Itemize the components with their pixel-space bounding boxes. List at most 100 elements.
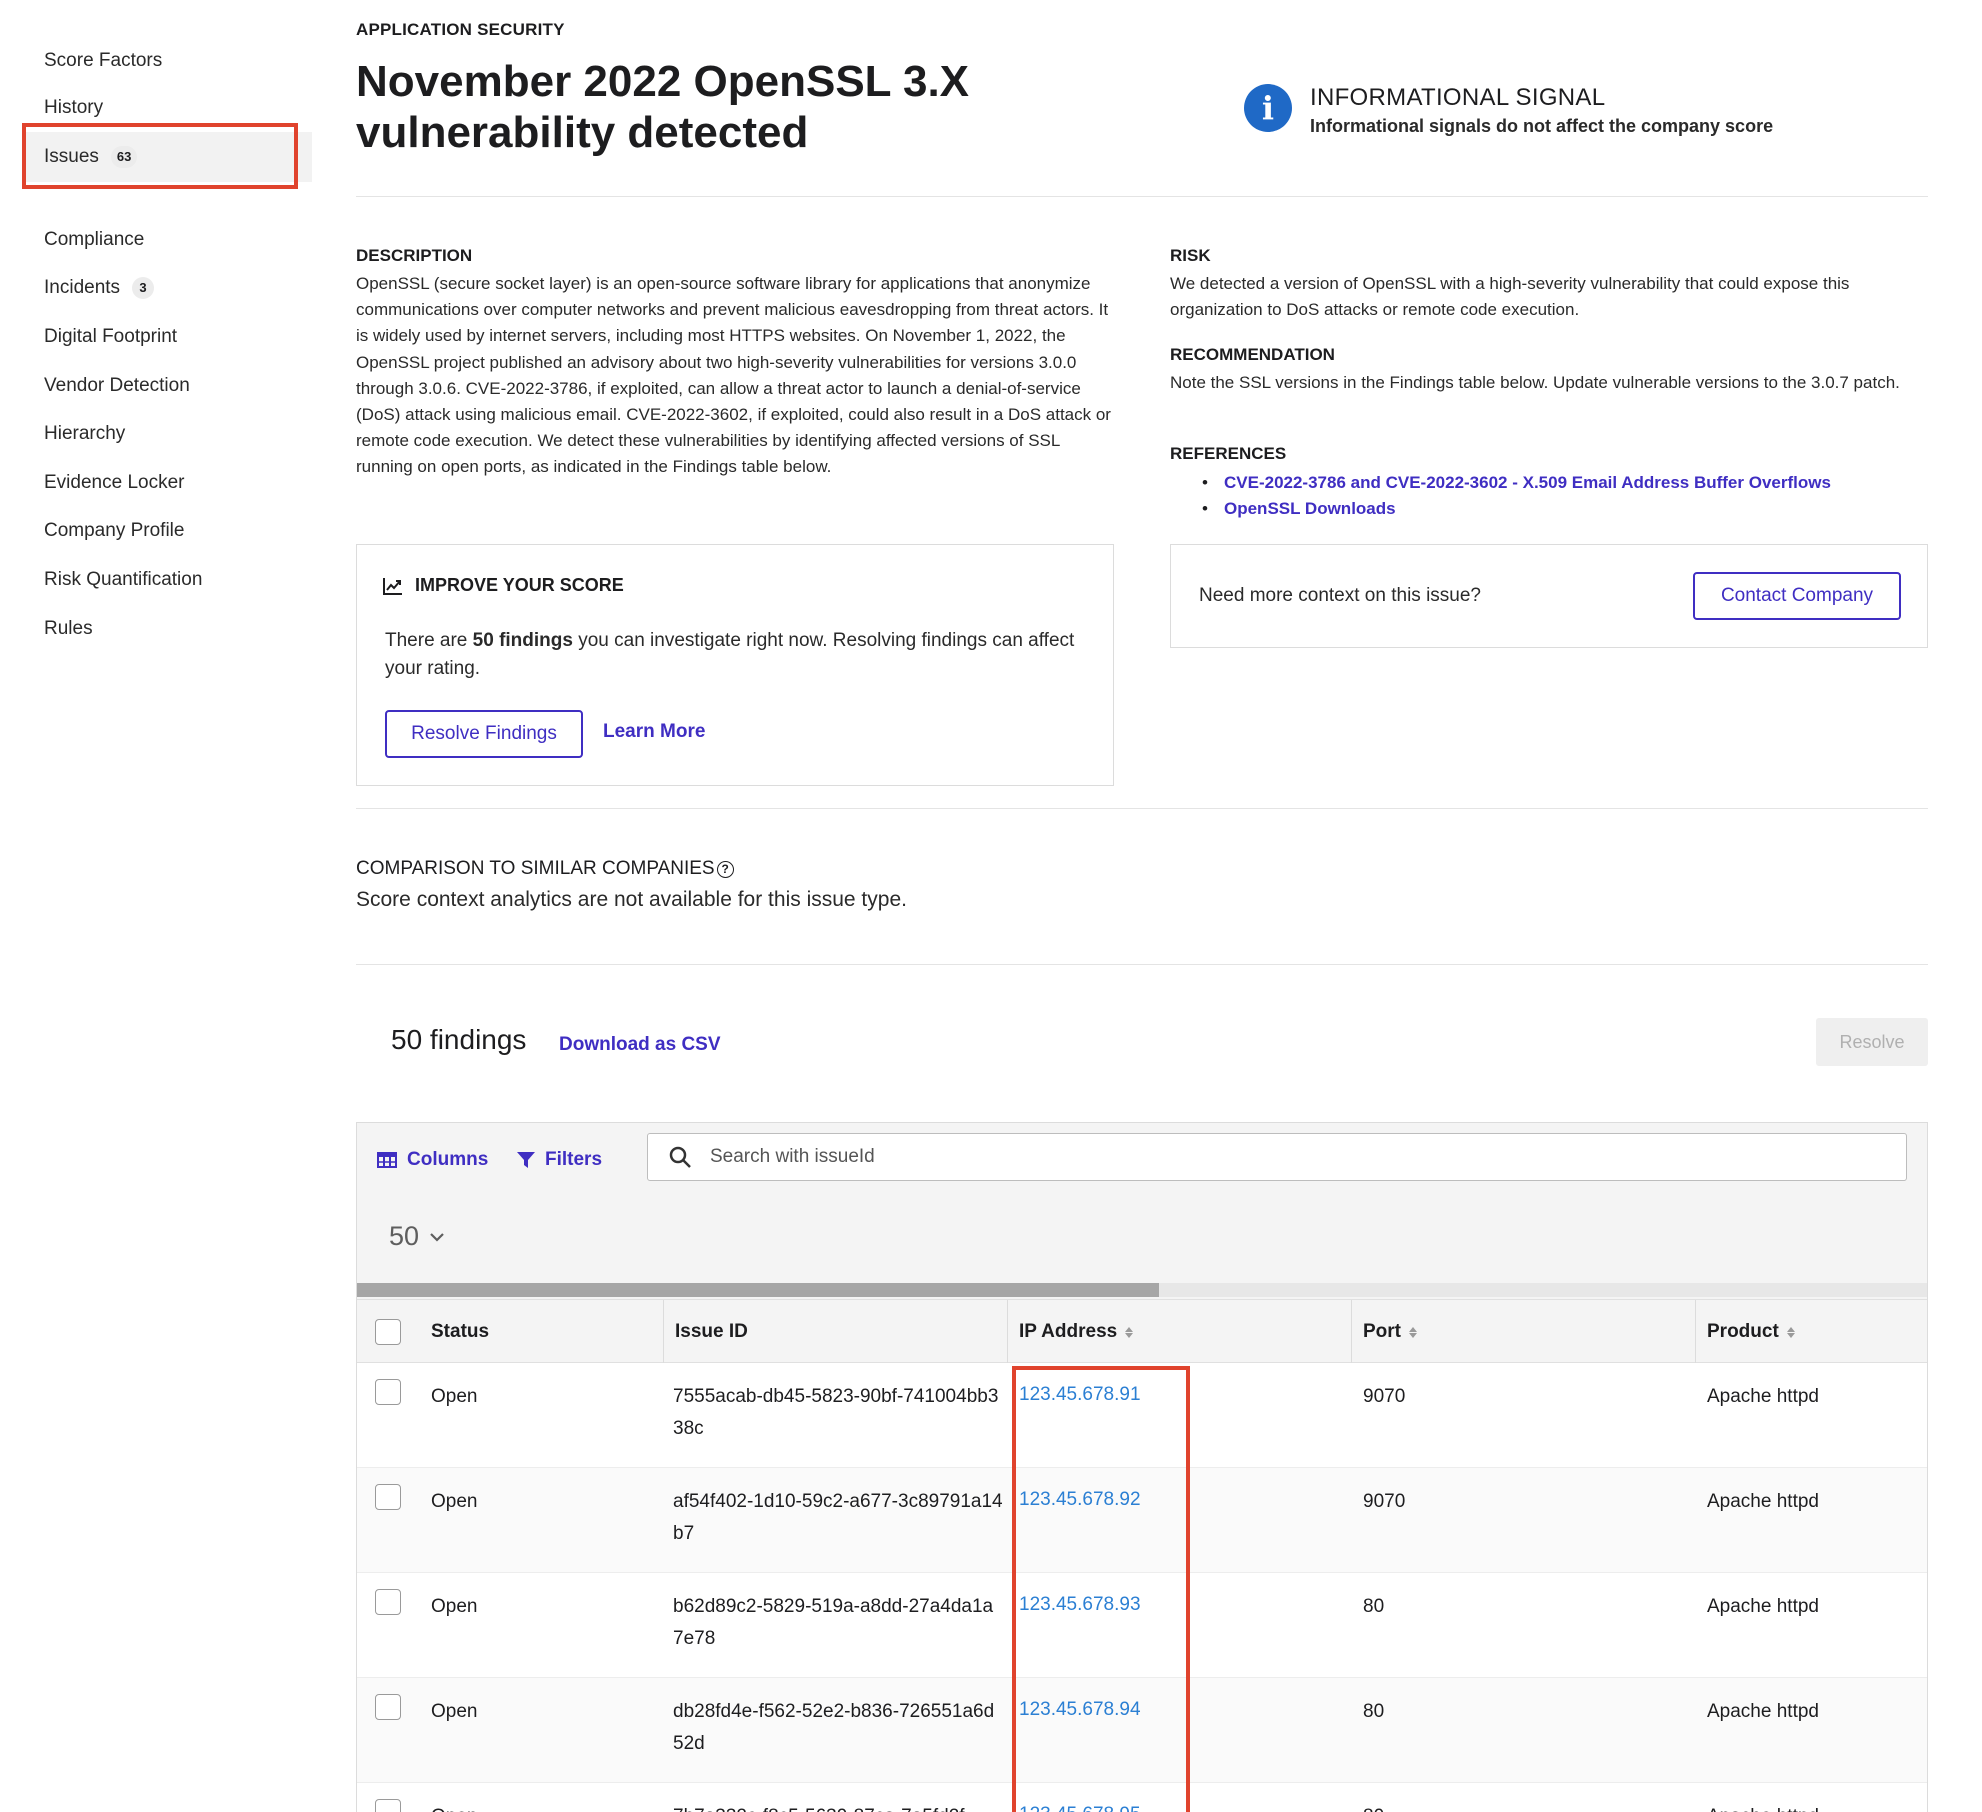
page-size-value: 50 [389, 1221, 420, 1251]
resolve-findings-button[interactable]: Resolve Findings [385, 710, 583, 758]
header-issue-id-label: Issue ID [675, 1321, 748, 1342]
sidebar-item-label: Evidence Locker [44, 472, 185, 493]
reference-link-cve[interactable]: CVE-2022-3786 and CVE-2022-3602 - X.509 … [1224, 473, 1831, 492]
sidebar-item-label: Issues [44, 146, 99, 167]
row-checkbox[interactable] [375, 1799, 401, 1812]
sidebar-item-label: Hierarchy [44, 423, 126, 444]
info-icon: i [1244, 84, 1292, 132]
page-size-select[interactable]: 50 [389, 1221, 445, 1252]
comparison-text: Score context analytics are not availabl… [356, 888, 907, 911]
findings-count: 50 findings [391, 1024, 527, 1055]
row-checkbox[interactable] [375, 1694, 401, 1720]
cell-issue-id: 7555acab-db45-5823-90bf-741004bb338c [673, 1386, 999, 1439]
reference-link-openssl-downloads[interactable]: OpenSSL Downloads [1224, 499, 1396, 518]
references-label: REFERENCES [1170, 444, 1287, 463]
columns-button[interactable]: Columns [377, 1149, 488, 1171]
reference-item: CVE-2022-3786 and CVE-2022-3602 - X.509 … [1170, 470, 1831, 496]
column-header-ip-address[interactable]: IP Address [1019, 1300, 1134, 1364]
sidebar-item-vendor-detection[interactable]: Vendor Detection [44, 371, 190, 401]
cell-ip-link[interactable]: 123.45.678.93 [1019, 1589, 1141, 1621]
references-list: CVE-2022-3786 and CVE-2022-3602 - X.509 … [1170, 470, 1831, 522]
section-divider [356, 808, 1928, 809]
contact-company-button[interactable]: Contact Company [1693, 572, 1901, 620]
signal-title: INFORMATIONAL SIGNAL [1310, 84, 1606, 111]
table-row[interactable]: Open db28fd4e-f562-52e2-b836-726551a6d52… [357, 1678, 1927, 1783]
category-eyebrow: APPLICATION SECURITY [356, 20, 565, 39]
sidebar-item-digital-footprint[interactable]: Digital Footprint [44, 322, 177, 352]
sidebar-item-hierarchy[interactable]: Hierarchy [44, 419, 125, 449]
column-header-issue-id[interactable]: Issue ID [675, 1300, 748, 1364]
cell-status: Open [431, 1386, 478, 1407]
column-header-product[interactable]: Product [1707, 1300, 1795, 1364]
sidebar-item-label: Incidents [44, 277, 121, 298]
column-divider [1351, 1300, 1352, 1364]
sort-icon [1125, 1326, 1134, 1338]
sidebar-item-label: Compliance [44, 229, 145, 250]
cell-issue-id: db28fd4e-f562-52e2-b836-726551a6d52d [673, 1701, 995, 1754]
help-icon[interactable]: ? [716, 860, 734, 878]
sidebar-item-issues[interactable]: Issues 63 [26, 132, 312, 182]
trend-chart-icon [383, 577, 402, 595]
search-icon [669, 1146, 691, 1168]
cell-port: 9070 [1363, 1386, 1406, 1407]
table-row[interactable]: Open 7b7a332c-f8c5-5639-87ca-7a5fd2f 123… [357, 1783, 1927, 1812]
row-checkbox[interactable] [375, 1379, 401, 1405]
row-checkbox[interactable] [375, 1589, 401, 1615]
context-card: Need more context on this issue? Contact… [1170, 544, 1928, 648]
cell-ip-link[interactable]: 123.45.678.92 [1019, 1484, 1141, 1516]
column-divider [663, 1300, 664, 1364]
cell-ip-link[interactable]: 123.45.678.91 [1019, 1379, 1141, 1411]
search-input[interactable] [710, 1146, 1870, 1168]
cell-port: 80 [1363, 1596, 1385, 1617]
download-csv-link[interactable]: Download as CSV [559, 1034, 721, 1056]
sidebar-item-score-factors[interactable]: Score Factors [44, 46, 162, 76]
columns-label: Columns [407, 1149, 489, 1170]
sort-icon [1786, 1326, 1795, 1338]
table-row[interactable]: Open af54f402-1d10-59c2-a677-3c89791a14b… [357, 1468, 1927, 1573]
comparison-title-text: COMPARISON TO SIMILAR COMPANIES [356, 858, 715, 879]
table-row[interactable]: Open b62d89c2-5829-519a-a8dd-27a4da1a7e7… [357, 1573, 1927, 1678]
cell-status: Open [431, 1801, 477, 1812]
signal-subtitle: Informational signals do not affect the … [1310, 116, 1774, 136]
cell-ip-link[interactable]: 123.45.678.94 [1019, 1694, 1141, 1726]
sidebar-item-label: History [44, 97, 104, 118]
horizontal-scrollbar[interactable] [357, 1283, 1927, 1297]
sidebar-item-incidents[interactable]: Incidents 3 [44, 273, 155, 303]
table-header-row: Status Issue ID IP Address Port Product [357, 1299, 1927, 1364]
row-checkbox[interactable] [375, 1484, 401, 1510]
select-all-checkbox[interactable] [375, 1319, 401, 1345]
header-port-label: Port [1363, 1321, 1401, 1342]
filters-button[interactable]: Filters [517, 1149, 602, 1171]
recommendation-text: Note the SSL versions in the Findings ta… [1170, 373, 1900, 392]
cell-ip-link[interactable]: 123.45.678.95 [1019, 1799, 1141, 1812]
scrollbar-thumb[interactable] [357, 1283, 1159, 1297]
improve-score-label: IMPROVE YOUR SCORE [415, 575, 624, 595]
table-row[interactable]: Open 7555acab-db45-5823-90bf-741004bb338… [357, 1363, 1927, 1468]
columns-icon [377, 1152, 397, 1168]
search-box[interactable] [647, 1133, 1907, 1181]
sidebar-item-history[interactable]: History [44, 93, 103, 123]
informational-signal: i INFORMATIONAL SIGNAL Informational sig… [1244, 84, 1773, 137]
resolve-button[interactable]: Resolve [1816, 1018, 1928, 1066]
cell-status: Open [431, 1596, 478, 1617]
sidebar-item-risk-quantification[interactable]: Risk Quantification [44, 565, 202, 595]
sidebar-item-label: Vendor Detection [44, 375, 190, 396]
column-header-port[interactable]: Port [1363, 1300, 1417, 1364]
context-text: Need more context on this issue? [1199, 585, 1481, 606]
comparison-title: COMPARISON TO SIMILAR COMPANIES ? [356, 858, 734, 880]
filters-label: Filters [545, 1149, 603, 1170]
incidents-count-badge: 3 [132, 277, 155, 299]
description-label: DESCRIPTION [356, 246, 473, 265]
sidebar-item-rules[interactable]: Rules [44, 614, 93, 644]
column-header-status[interactable]: Status [431, 1300, 489, 1364]
sidebar-item-compliance[interactable]: Compliance [44, 225, 144, 255]
sidebar-item-company-profile[interactable]: Company Profile [44, 516, 184, 546]
header-ip-label: IP Address [1019, 1321, 1118, 1342]
sidebar-item-evidence-locker[interactable]: Evidence Locker [44, 468, 184, 498]
header-product-label: Product [1707, 1321, 1779, 1342]
learn-more-link[interactable]: Learn More [603, 721, 705, 743]
sidebar-item-label: Company Profile [44, 520, 185, 541]
cell-issue-id: b62d89c2-5829-519a-a8dd-27a4da1a7e78 [673, 1596, 994, 1649]
findings-count-bold: 50 findings [472, 630, 573, 651]
cell-product: Apache httpd [1707, 1491, 1819, 1512]
